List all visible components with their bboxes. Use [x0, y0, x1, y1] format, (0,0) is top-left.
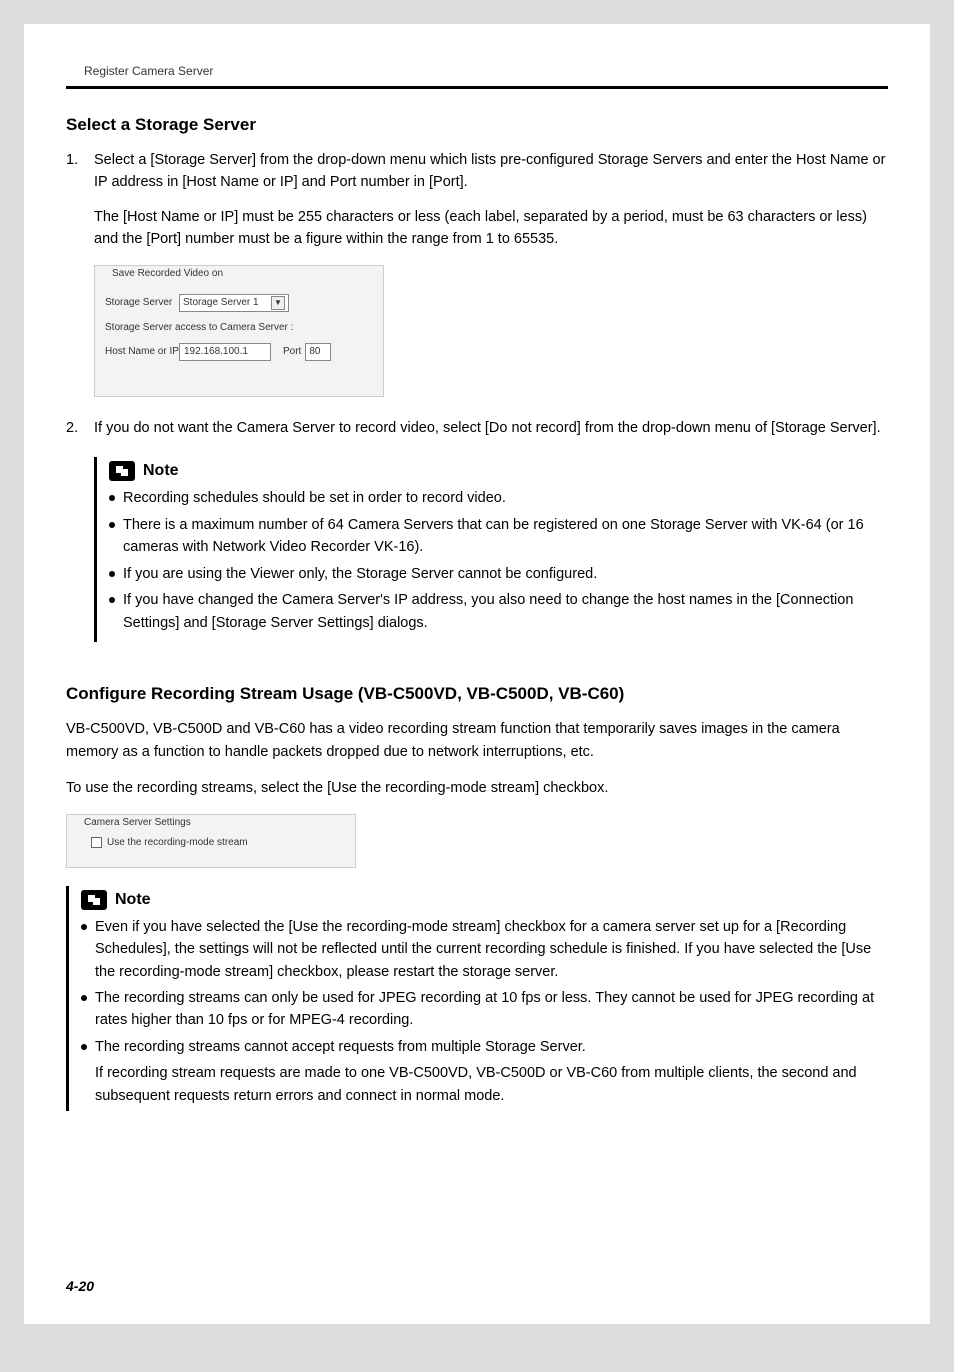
note-block-2: Note Even if you have selected the [Use …	[66, 886, 888, 1112]
step-number: 2.	[66, 417, 94, 439]
header-breadcrumb: Register Camera Server	[66, 64, 888, 78]
step1-text: Select a [Storage Server] from the drop-…	[94, 152, 885, 190]
checkbox-label: Use the recording-mode stream	[107, 837, 248, 848]
note-bullet: The recording streams can only be used f…	[81, 987, 888, 1032]
fieldset-legend: Save Recorded Video on	[109, 268, 226, 279]
note-bullet: If you are using the Viewer only, the St…	[109, 563, 888, 585]
t: Host Name or IP	[127, 209, 234, 225]
section1-title: Select a Storage Server	[66, 115, 888, 135]
access-text: Storage Server access to Camera Server :	[105, 322, 373, 333]
t: Even if you have selected the [	[95, 919, 293, 935]
note-bullet: Even if you have selected the [Use the r…	[81, 916, 888, 983]
storage-server-label: Storage Server	[105, 297, 179, 308]
t: ] checkbox.	[535, 780, 608, 796]
t: Use the recording-mode stream	[331, 780, 535, 796]
step2-text: If you do not want the Camera Server to …	[94, 417, 888, 439]
section2-title: Configure Recording Stream Usage (VB-C50…	[66, 684, 888, 704]
host-input[interactable]: 192.168.100.1	[179, 343, 271, 361]
t: To use the recording streams, select the…	[66, 780, 331, 796]
t: ] checkbox, please restart the storage s…	[269, 964, 558, 980]
port-label: Port	[283, 346, 301, 357]
note2-list: Even if you have selected the [Use the r…	[81, 916, 888, 1059]
fieldset-legend: Camera Server Settings	[81, 817, 194, 828]
dropdown-value: Storage Server 1	[183, 297, 259, 308]
page-container: Register Camera Server Select a Storage …	[24, 24, 930, 1324]
chevron-down-icon: ▼	[271, 296, 285, 310]
t: The recording streams cannot accept requ…	[95, 1039, 586, 1055]
t: The [	[94, 209, 127, 225]
host-label: Host Name or IP	[105, 346, 179, 357]
t: Use the recording-mode stream	[293, 919, 497, 935]
recording-mode-checkbox[interactable]	[91, 837, 102, 848]
note-bullet: The recording streams cannot accept requ…	[81, 1036, 888, 1058]
t: If you have changed the Camera Server's …	[123, 592, 780, 608]
step-1: 1. Select a [Storage Server] from the dr…	[66, 149, 888, 251]
page-number: 4-20	[66, 1278, 94, 1294]
figure-save-recorded-video: Save Recorded Video on Storage Server St…	[94, 265, 384, 397]
t: Port	[150, 231, 177, 247]
note-bullet: Recording schedules should be set in ord…	[109, 487, 888, 509]
step-content: Select a [Storage Server] from the drop-…	[94, 149, 888, 251]
note-icon	[81, 890, 107, 910]
note-sub-line: If recording stream requests are made to…	[81, 1062, 888, 1107]
t: Storage Server Settings	[216, 615, 370, 631]
t: ] dialogs.	[370, 615, 428, 631]
t: ] number must be a figure within the ran…	[177, 231, 558, 247]
t: ] and [	[175, 615, 215, 631]
note-block-1: Note Recording schedules should be set i…	[94, 457, 888, 642]
port-input[interactable]: 80	[305, 343, 331, 361]
note-bullet: If you have changed the Camera Server's …	[109, 589, 888, 634]
storage-server-dropdown[interactable]: Storage Server 1 ▼	[179, 294, 289, 312]
note-bullet: There is a maximum number of 64 Camera S…	[109, 514, 888, 559]
note-icon	[109, 461, 135, 481]
note-title: Note	[143, 462, 179, 480]
section2-para2: To use the recording streams, select the…	[66, 777, 888, 799]
note1-list: Recording schedules should be set in ord…	[109, 487, 888, 634]
t: ], the settings will not be reflected un…	[163, 941, 846, 957]
note-title: Note	[115, 891, 151, 909]
t: ] checkbox for a camera server set up fo…	[496, 919, 780, 935]
section2-para1: VB-C500VD, VB-C500D and VB-C60 has a vid…	[66, 718, 888, 763]
figure-camera-server-settings: Camera Server Settings Use the recording…	[66, 814, 356, 868]
header-rule	[66, 86, 888, 89]
step-number: 1.	[66, 149, 94, 251]
step-2: 2. If you do not want the Camera Server …	[66, 417, 888, 439]
